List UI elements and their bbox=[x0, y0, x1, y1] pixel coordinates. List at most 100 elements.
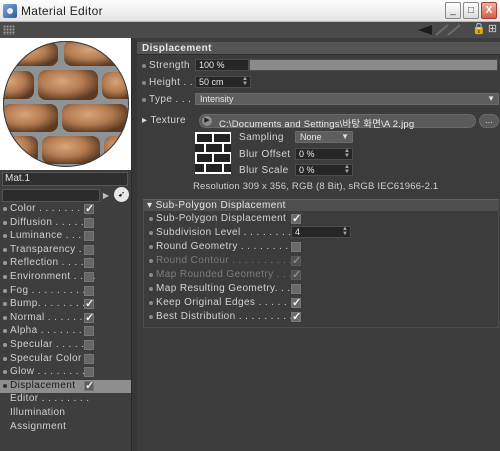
texture-play-icon[interactable]: ▶ bbox=[202, 116, 212, 126]
channel-checkbox[interactable] bbox=[84, 258, 94, 269]
channel-item[interactable]: Specular Color bbox=[0, 353, 131, 366]
animation-bullet[interactable] bbox=[149, 245, 153, 249]
height-input[interactable]: 50 cm ▲ ▼ bbox=[195, 76, 251, 88]
channel-item[interactable]: Specular . . . . . . bbox=[0, 339, 131, 352]
picker-icon[interactable]: ➹ bbox=[114, 187, 129, 202]
channel-checkbox[interactable] bbox=[84, 379, 94, 392]
channel-checkbox[interactable] bbox=[84, 311, 94, 324]
channel-item[interactable]: Environment . . . . bbox=[0, 271, 131, 284]
animation-bullet[interactable] bbox=[149, 273, 153, 277]
channel-item[interactable]: Diffusion . . . . . . bbox=[0, 217, 131, 230]
channel-checkbox[interactable] bbox=[84, 244, 94, 255]
tab-item[interactable]: Assignment bbox=[0, 421, 131, 434]
window-title: Material Editor bbox=[21, 4, 103, 18]
texture-label: Texture bbox=[150, 115, 187, 126]
channel-checkbox[interactable] bbox=[84, 367, 94, 378]
subpolygon-checkbox[interactable] bbox=[291, 254, 301, 267]
new-window-icon[interactable]: ⊞ bbox=[486, 23, 499, 36]
subpolygon-row: Round Contour . . . . . . . . . . . bbox=[144, 254, 500, 268]
channel-item[interactable]: Color . . . . . . . . . bbox=[0, 202, 131, 216]
subpolygon-checkbox[interactable] bbox=[291, 268, 301, 281]
animation-bullet[interactable] bbox=[149, 231, 153, 235]
material-name-field[interactable]: Mat.1 bbox=[2, 172, 128, 186]
subpolygon-checkbox[interactable] bbox=[291, 242, 301, 252]
channel-item[interactable]: Transparency . . . bbox=[0, 244, 131, 257]
channel-bullet bbox=[3, 288, 7, 293]
animation-bullet[interactable] bbox=[149, 301, 153, 305]
expand-arrow-icon[interactable]: ▸ bbox=[142, 115, 147, 126]
channel-search-input[interactable] bbox=[2, 189, 100, 202]
animation-bullet[interactable] bbox=[149, 287, 153, 291]
animation-bullet[interactable] bbox=[142, 81, 146, 85]
subpolygon-group-header[interactable]: ▾ Sub-Polygon Displacement bbox=[143, 199, 499, 211]
channel-checkbox[interactable] bbox=[84, 272, 94, 282]
subpolygon-checkbox[interactable] bbox=[291, 310, 301, 323]
channel-item[interactable]: Fog . . . . . . . . . . bbox=[0, 285, 131, 298]
panel-grip-icon[interactable] bbox=[3, 25, 15, 35]
animation-bullet[interactable] bbox=[149, 259, 153, 263]
search-dropdown-icon[interactable]: ▶ bbox=[101, 189, 111, 202]
subpolygon-row: Map Resulting Geometry. . . bbox=[144, 282, 500, 296]
channel-bullet bbox=[3, 302, 7, 307]
type-dropdown[interactable]: Intensity ▼ bbox=[195, 93, 499, 105]
channel-checkbox[interactable] bbox=[84, 326, 94, 337]
channel-checkbox[interactable] bbox=[84, 202, 94, 215]
channel-checkbox[interactable] bbox=[84, 217, 94, 228]
subpolygon-row: Keep Original Edges . . . . . . bbox=[144, 296, 500, 310]
animation-bullet[interactable] bbox=[149, 217, 153, 221]
subdivision-level-input[interactable]: 4 ▲ ▼ bbox=[291, 226, 351, 238]
channel-checkbox[interactable] bbox=[84, 340, 94, 350]
channel-checkbox[interactable] bbox=[84, 297, 94, 310]
animation-bullet[interactable] bbox=[142, 98, 146, 102]
minimize-button[interactable]: _ bbox=[445, 2, 461, 19]
channel-checkbox[interactable] bbox=[84, 231, 94, 242]
strength-slider[interactable] bbox=[249, 59, 498, 71]
channel-checkbox[interactable] bbox=[84, 353, 94, 364]
texture-browse-button[interactable]: ... bbox=[479, 114, 499, 128]
subpolygon-option-label: Best Distribution . . . . . . . . . bbox=[156, 311, 293, 322]
subpolygon-checkbox[interactable] bbox=[291, 296, 301, 309]
channel-bullet bbox=[3, 370, 7, 375]
close-button[interactable]: X bbox=[481, 2, 497, 19]
channel-item[interactable]: Alpha . . . . . . . . bbox=[0, 325, 131, 338]
sampling-value: None bbox=[300, 132, 322, 142]
blur-scale-spinner-icon[interactable]: ▲ ▼ bbox=[344, 164, 350, 175]
animation-bullet[interactable] bbox=[149, 315, 153, 319]
channel-item[interactable]: Reflection . . . . . bbox=[0, 257, 131, 270]
channel-label: Glow . . . . . . . . . bbox=[10, 366, 92, 378]
channel-checkbox[interactable] bbox=[84, 285, 94, 296]
channel-label: Alpha . . . . . . . . bbox=[10, 325, 89, 337]
blur-offset-input[interactable]: 0 % ▲ ▼ bbox=[295, 148, 353, 160]
subpolygon-option-label: Keep Original Edges . . . . . . bbox=[156, 297, 294, 308]
channel-item[interactable]: Normal . . . . . . . bbox=[0, 311, 131, 325]
height-label: Height . . bbox=[149, 77, 194, 88]
channel-bullet bbox=[3, 247, 7, 252]
blur-scale-value: 0 % bbox=[299, 165, 315, 175]
channel-bullet bbox=[3, 207, 7, 211]
maximize-button[interactable]: □ bbox=[463, 2, 479, 19]
blur-offset-spinner-icon[interactable]: ▲ ▼ bbox=[344, 148, 350, 159]
subpolygon-checkbox[interactable] bbox=[291, 284, 301, 294]
animation-bullet[interactable] bbox=[142, 64, 146, 68]
channel-item[interactable]: Displacement bbox=[0, 379, 131, 393]
channel-bullet bbox=[3, 275, 7, 279]
channel-item[interactable]: Bump. . . . . . . . . bbox=[0, 297, 131, 311]
channel-item[interactable]: Glow . . . . . . . . . bbox=[0, 366, 131, 379]
material-preview-sphere bbox=[3, 41, 129, 167]
subpolygon-checkbox[interactable] bbox=[291, 212, 301, 225]
channel-label: Fog . . . . . . . . . . bbox=[10, 284, 92, 296]
strength-input[interactable]: 100 % bbox=[195, 59, 249, 71]
height-spinner-icon[interactable]: ▲ ▼ bbox=[242, 76, 248, 87]
channel-item[interactable]: Luminance . . . . . bbox=[0, 230, 131, 243]
texture-path-field[interactable]: ▶ C:\Documents and Settings\바탕 화면\A 2.jp… bbox=[199, 114, 476, 130]
navigation-arrows-icon[interactable] bbox=[418, 24, 462, 36]
lock-icon[interactable]: 🔒 bbox=[472, 23, 486, 36]
type-row: Type . . . Intensity ▼ bbox=[137, 93, 500, 107]
material-preview[interactable] bbox=[0, 38, 131, 170]
texture-thumbnail[interactable] bbox=[195, 132, 231, 174]
tab-item[interactable]: Editor . . . . . . . . bbox=[0, 393, 131, 406]
blur-scale-input[interactable]: 0 % ▲ ▼ bbox=[295, 164, 353, 176]
tab-item[interactable]: Illumination bbox=[0, 407, 131, 420]
spinner-icon[interactable]: ▲ ▼ bbox=[342, 226, 348, 237]
sampling-dropdown[interactable]: None ▼ bbox=[295, 131, 353, 143]
